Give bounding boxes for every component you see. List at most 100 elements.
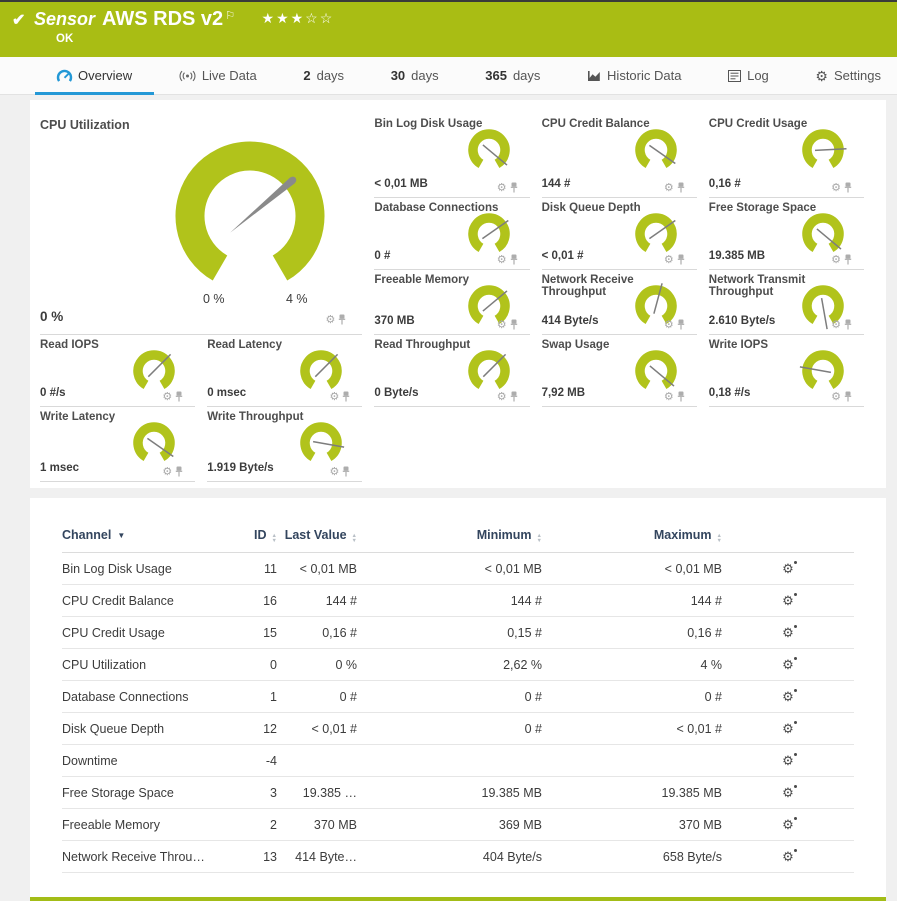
tab-settings[interactable]: ⚙Settings: [813, 57, 883, 94]
last-value: 19.385 …: [277, 777, 357, 809]
column-header-actions: [722, 514, 854, 553]
gauge-settings-icon[interactable]: ⚙: [497, 253, 507, 266]
pin-icon[interactable]: [342, 391, 350, 402]
minimum-value: 404 Byte/s: [357, 841, 542, 873]
table-header-row: Channel▼ID▲▼Last Value▲▼Minimum▲▼Maximum…: [62, 514, 854, 553]
flag-icon[interactable]: ⚐: [225, 10, 235, 22]
pin-icon[interactable]: [677, 254, 685, 265]
column-header-last-value[interactable]: Last Value▲▼: [277, 514, 357, 553]
channel-id: 0: [232, 649, 277, 681]
channel-id: -4: [232, 745, 277, 777]
channel-settings-icon[interactable]: ⚙: [782, 818, 794, 831]
channel-id: 13: [232, 841, 277, 873]
pin-icon[interactable]: [844, 391, 852, 402]
table-row: Disk Queue Depth12< 0,01 #0 #< 0,01 #⚙: [62, 713, 854, 745]
maximum-value: 658 Byte/s: [542, 841, 722, 873]
pin-icon[interactable]: [510, 319, 518, 330]
gauge-settings-icon[interactable]: ⚙: [497, 181, 507, 194]
gauge-settings-icon[interactable]: ⚙: [664, 253, 674, 266]
tab-365-days[interactable]: 365days: [483, 57, 542, 94]
pin-icon[interactable]: [510, 391, 518, 402]
pin-icon[interactable]: [677, 319, 685, 330]
pin-icon[interactable]: [510, 182, 518, 193]
tab-live-data[interactable]: Live Data: [177, 57, 259, 94]
pin-icon[interactable]: [844, 182, 852, 193]
channel-name: Bin Log Disk Usage: [62, 553, 232, 585]
last-value: < 0,01 MB: [277, 553, 357, 585]
tab-overview[interactable]: Overview: [55, 57, 134, 94]
column-header-minimum[interactable]: Minimum▲▼: [357, 514, 542, 553]
channel-settings-icon[interactable]: ⚙: [782, 658, 794, 671]
channel-settings-icon[interactable]: ⚙: [782, 786, 794, 799]
live-data-icon: [179, 70, 196, 82]
gauge-tile: Bin Log Disk Usage< 0,01 MB⚙: [374, 114, 529, 198]
gauge-icon: [57, 69, 72, 82]
minimum-value: 0 #: [357, 713, 542, 745]
gauge-settings-icon[interactable]: ⚙: [664, 318, 674, 331]
gauge-settings-icon[interactable]: ⚙: [831, 181, 841, 194]
minimum-value: < 0,01 MB: [357, 553, 542, 585]
minimum-value: 0,15 #: [357, 617, 542, 649]
gauge-settings-icon[interactable]: ⚙: [330, 465, 340, 478]
channel-name: Database Connections: [62, 681, 232, 713]
gauge-settings-icon[interactable]: ⚙: [162, 390, 172, 403]
pin-icon[interactable]: [338, 314, 346, 325]
pin-icon[interactable]: [175, 466, 183, 477]
gauge-settings-icon[interactable]: ⚙: [831, 318, 841, 331]
pin-icon[interactable]: [342, 466, 350, 477]
channel-id: 15: [232, 617, 277, 649]
gauge-settings-icon[interactable]: ⚙: [831, 253, 841, 266]
gauge-grid: CPU Utilization 0 % 4 % 0 % ⚙ Bin Log Di…: [40, 114, 876, 482]
last-value: 370 MB: [277, 809, 357, 841]
channel-settings-icon[interactable]: ⚙: [782, 594, 794, 607]
column-header-channel[interactable]: Channel▼: [62, 514, 232, 553]
priority-stars[interactable]: ★★★☆☆: [262, 10, 335, 26]
minimum-value: 144 #: [357, 585, 542, 617]
gauge-settings-icon[interactable]: ⚙: [497, 318, 507, 331]
minimum-value: 369 MB: [357, 809, 542, 841]
tab-label: Overview: [78, 68, 132, 83]
pin-icon[interactable]: [677, 182, 685, 193]
pin-icon[interactable]: [844, 319, 852, 330]
gauge-settings-icon[interactable]: ⚙: [664, 181, 674, 194]
gauge-tile: Swap Usage7,92 MB⚙: [542, 335, 697, 407]
log-icon: [728, 70, 741, 82]
maximum-value: 144 #: [542, 585, 722, 617]
gauge-settings-icon[interactable]: ⚙: [162, 465, 172, 478]
channel-name: Network Receive Throu…: [62, 841, 232, 873]
column-header-maximum[interactable]: Maximum▲▼: [542, 514, 722, 553]
minimum-value: 0 #: [357, 681, 542, 713]
tab-2-days[interactable]: 2days: [301, 57, 346, 94]
channel-settings-icon[interactable]: ⚙: [782, 850, 794, 863]
check-icon: ✔: [12, 10, 25, 30]
tab-30-days[interactable]: 30days: [389, 57, 441, 94]
gauge-settings-icon[interactable]: ⚙: [664, 390, 674, 403]
table-row: CPU Credit Balance16144 #144 #144 #⚙: [62, 585, 854, 617]
channel-settings-icon[interactable]: ⚙: [782, 690, 794, 703]
channel-settings-icon[interactable]: ⚙: [782, 626, 794, 639]
gauges-panel: CPU Utilization 0 % 4 % 0 % ⚙ Bin Log Di…: [30, 100, 886, 488]
channel-settings-icon[interactable]: ⚙: [782, 722, 794, 735]
channel-settings-icon[interactable]: ⚙: [782, 754, 794, 767]
channel-name: CPU Credit Usage: [62, 617, 232, 649]
column-header-id[interactable]: ID▲▼: [232, 514, 277, 553]
table-row: Network Receive Throu…13414 Byte…404 Byt…: [62, 841, 854, 873]
channel-settings-icon[interactable]: ⚙: [782, 562, 794, 575]
pin-icon[interactable]: [510, 254, 518, 265]
gauge-value: 0 msec: [207, 387, 246, 399]
gauge-settings-icon[interactable]: ⚙: [326, 313, 336, 326]
gauge-settings-icon[interactable]: ⚙: [497, 390, 507, 403]
tab-log[interactable]: Log: [726, 57, 771, 94]
gauge: [462, 127, 516, 178]
tab-historic-data[interactable]: Historic Data: [585, 57, 683, 94]
channel-name: Free Storage Space: [62, 777, 232, 809]
gauge-settings-icon[interactable]: ⚙: [831, 390, 841, 403]
maximum-value: 4 %: [542, 649, 722, 681]
pin-icon[interactable]: [175, 391, 183, 402]
pin-icon[interactable]: [677, 391, 685, 402]
pin-icon[interactable]: [844, 254, 852, 265]
table-row: Downtime-4⚙: [62, 745, 854, 777]
gauge-settings-icon[interactable]: ⚙: [330, 390, 340, 403]
gauge-value: 0 #: [374, 250, 390, 262]
channel-id: 12: [232, 713, 277, 745]
